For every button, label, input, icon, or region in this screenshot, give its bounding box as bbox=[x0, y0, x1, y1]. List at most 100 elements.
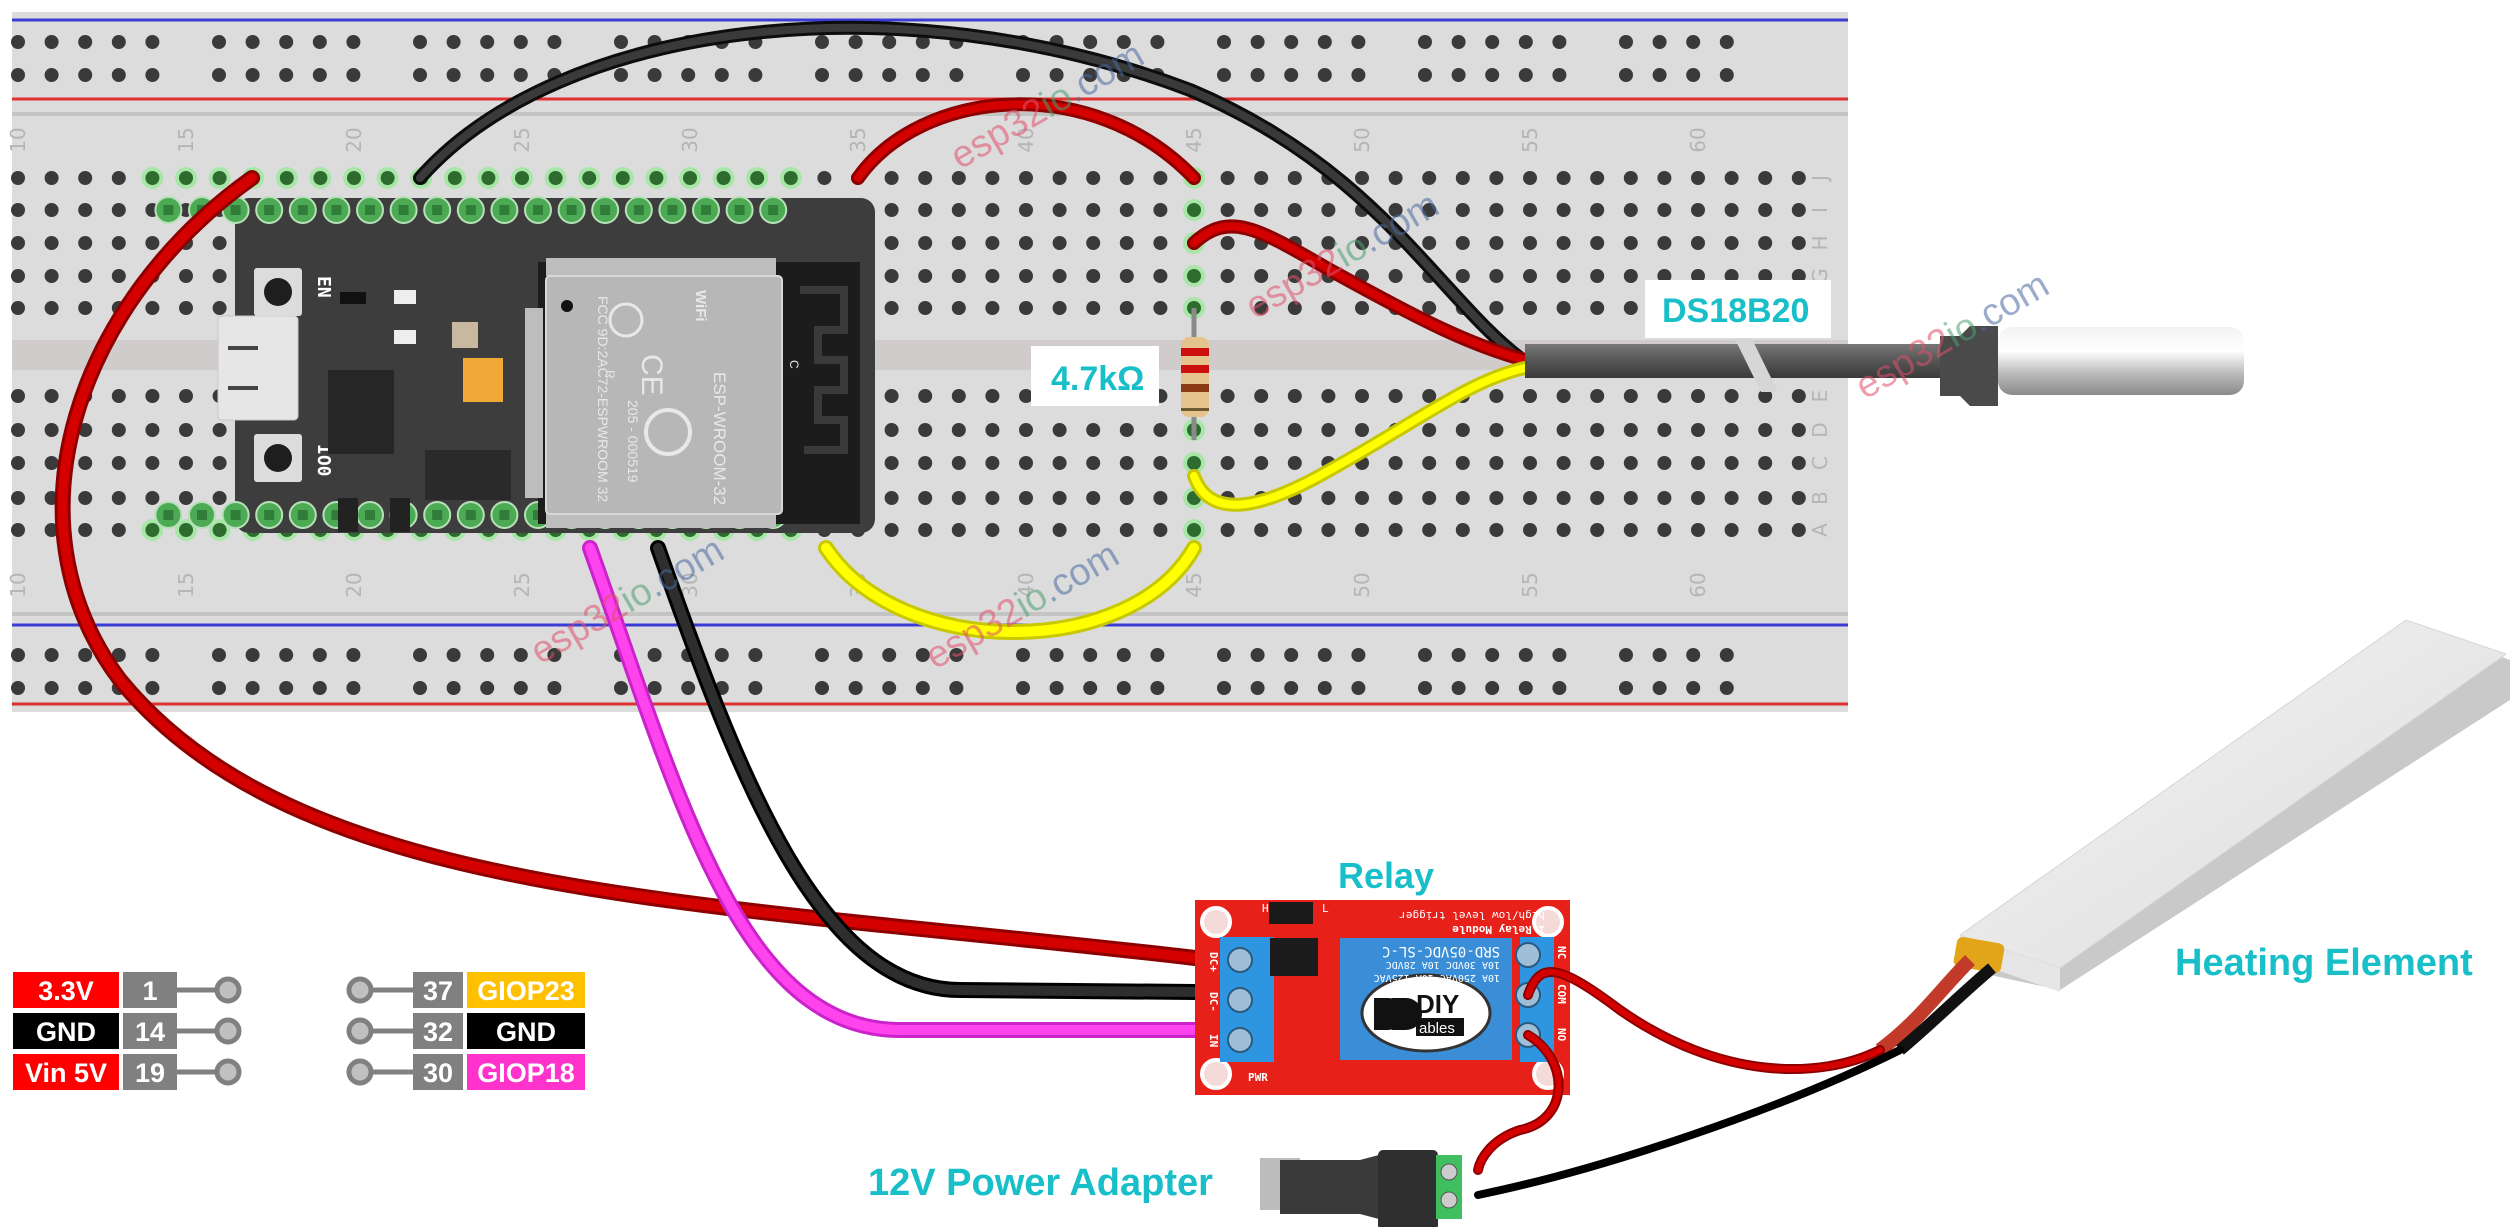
rail-hole bbox=[1418, 35, 1432, 49]
rail-hole bbox=[547, 35, 562, 49]
rail-hole bbox=[1284, 648, 1299, 662]
rail-hole bbox=[279, 681, 294, 695]
rail-hole bbox=[346, 681, 361, 695]
legend-pin-icon bbox=[346, 1017, 374, 1045]
rail-hole bbox=[1485, 648, 1500, 662]
trigger-jumper[interactable] bbox=[1269, 902, 1313, 924]
rail-hole bbox=[848, 68, 863, 82]
rail-hole bbox=[1217, 35, 1231, 49]
legend-pin-number: 1 bbox=[142, 976, 157, 1006]
column-label: 50 bbox=[1350, 127, 1374, 152]
rail-hole bbox=[1150, 648, 1165, 662]
breadboard-hole bbox=[1523, 389, 1537, 403]
breadboard-hole bbox=[179, 456, 193, 470]
rail-hole bbox=[346, 35, 361, 49]
breadboard-hole bbox=[951, 491, 966, 505]
screw-dcminus[interactable] bbox=[1227, 987, 1253, 1013]
breadboard-hole bbox=[179, 269, 193, 283]
adapter-screw-negative[interactable] bbox=[1440, 1191, 1458, 1209]
legend-signal-name: GND bbox=[496, 1017, 556, 1047]
cert-text: 205 - 000519 bbox=[625, 400, 641, 483]
breadboard-hole bbox=[951, 203, 966, 217]
pwr-label: PWR bbox=[1248, 1071, 1268, 1084]
breadboard-hole bbox=[1489, 423, 1504, 437]
breadboard-hole bbox=[11, 389, 25, 403]
breadboard-hole bbox=[1590, 301, 1605, 315]
rail-hole bbox=[1485, 68, 1500, 82]
rail-hole bbox=[44, 35, 59, 49]
breadboard-hole bbox=[951, 456, 966, 470]
breadboard-hole bbox=[985, 171, 1000, 185]
row-label: A bbox=[1808, 523, 1832, 537]
usb-slot bbox=[228, 346, 258, 350]
breadboard-hole bbox=[582, 171, 597, 185]
breadboard-hole bbox=[1489, 389, 1504, 403]
screw-dcplus[interactable] bbox=[1227, 947, 1253, 973]
relay-module: DIY ables SRD-05VDC-SL-C 10A 30VDC 10A 2… bbox=[1195, 900, 1570, 1095]
breadboard-hole bbox=[1523, 456, 1537, 470]
breadboard-hole bbox=[212, 456, 227, 470]
rail-hole bbox=[1317, 35, 1332, 49]
breadboard-hole bbox=[111, 171, 126, 185]
rail-hole bbox=[1351, 35, 1366, 49]
fcc-text: FCC 9D:2AC72-ESPWROOM 32 bbox=[595, 296, 611, 502]
dc-jack-head bbox=[1378, 1150, 1438, 1227]
rail-hole bbox=[1351, 648, 1366, 662]
breadboard-hole bbox=[11, 301, 25, 315]
rail-hole bbox=[882, 648, 897, 662]
breadboard-hole bbox=[1455, 269, 1470, 283]
screw-nc[interactable] bbox=[1515, 942, 1541, 968]
smd-component bbox=[394, 330, 416, 344]
breadboard-hole bbox=[1455, 456, 1470, 470]
breadboard-hole bbox=[1724, 171, 1739, 185]
pin-dcplus-label: DC+ bbox=[1207, 952, 1220, 972]
breadboard-hole bbox=[1657, 423, 1672, 437]
en-button[interactable] bbox=[254, 268, 302, 316]
breadboard-hole bbox=[1422, 236, 1437, 250]
resistor-label: 4.7kΩ bbox=[1051, 360, 1144, 398]
rail-hole bbox=[815, 648, 829, 662]
breadboard-hole bbox=[1220, 423, 1235, 437]
breadboard-hole bbox=[1489, 523, 1504, 537]
breadboard-hole bbox=[1287, 389, 1302, 403]
module-pads-top bbox=[546, 258, 776, 276]
esp32-pin-pad bbox=[465, 205, 476, 215]
rail-hole bbox=[44, 68, 59, 82]
breadboard-hole bbox=[1590, 389, 1605, 403]
rail-hole bbox=[513, 681, 528, 695]
breadboard-hole bbox=[1623, 203, 1638, 217]
esp32-pin-pad bbox=[297, 510, 308, 520]
rail-hole bbox=[915, 681, 930, 695]
adapter-screw-positive[interactable] bbox=[1440, 1163, 1458, 1181]
esp32-pin-pad bbox=[734, 205, 745, 215]
breadboard-hole bbox=[1153, 523, 1168, 537]
io0-button[interactable] bbox=[254, 434, 302, 482]
breadboard-hole bbox=[145, 389, 160, 403]
esp32-pin-pad bbox=[600, 205, 611, 215]
breadboard-hole bbox=[1321, 301, 1336, 315]
breadboard-hole bbox=[1355, 491, 1369, 505]
breadboard-hole bbox=[1220, 236, 1235, 250]
esp32-pin-pad bbox=[163, 205, 174, 215]
breadboard-hole bbox=[1724, 203, 1739, 217]
breadboard-hole bbox=[1220, 301, 1235, 315]
rail-hole bbox=[1049, 648, 1064, 662]
breadboard-hole bbox=[1052, 203, 1067, 217]
breadboard-hole bbox=[1691, 456, 1705, 470]
power-adapter-label: 12V Power Adapter bbox=[868, 1162, 1213, 1204]
breadboard-hole bbox=[1187, 456, 1201, 470]
breadboard-hole bbox=[145, 171, 160, 185]
breadboard-hole bbox=[1052, 171, 1067, 185]
rail-hole bbox=[1451, 68, 1466, 82]
heating-element bbox=[1875, 619, 2510, 1056]
esp32-pin-pad bbox=[398, 205, 409, 215]
heater-label: Heating Element bbox=[2175, 942, 2473, 984]
rail-hole bbox=[1518, 648, 1533, 662]
breadboard-hole bbox=[1019, 456, 1033, 470]
rail-hole bbox=[1552, 681, 1567, 695]
breadboard-hole bbox=[1623, 171, 1638, 185]
rail-hole bbox=[614, 35, 628, 49]
breadboard-hole bbox=[1287, 523, 1302, 537]
breadboard-hole bbox=[44, 236, 59, 250]
screw-in[interactable] bbox=[1227, 1027, 1253, 1053]
